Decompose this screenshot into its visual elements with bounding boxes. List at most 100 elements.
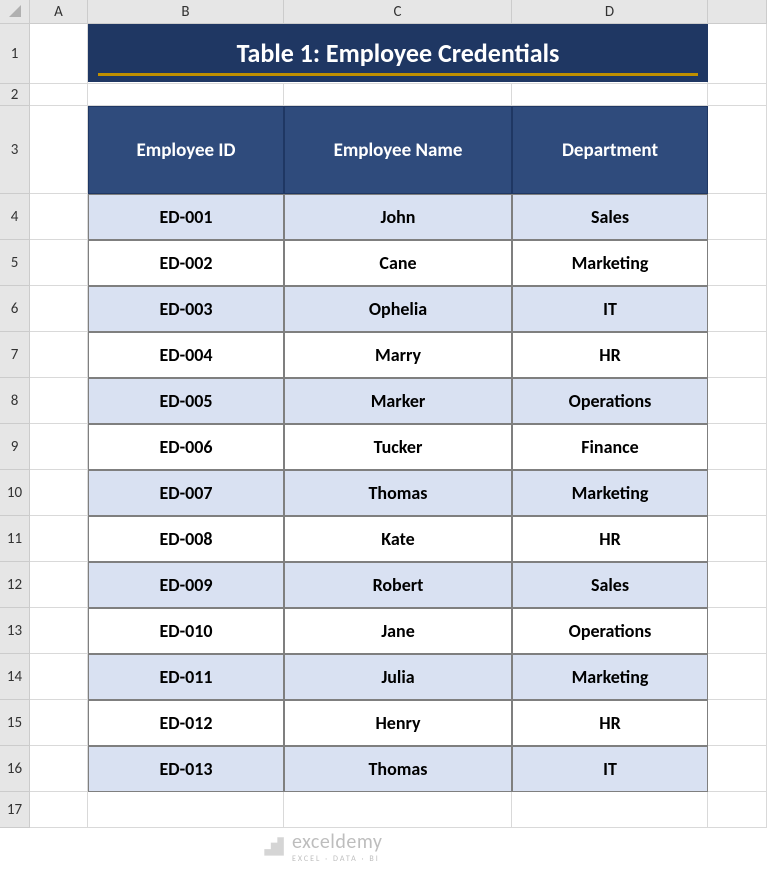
cell-department[interactable]: Operations <box>512 608 708 654</box>
cell-employee-id[interactable]: ED-005 <box>88 378 284 424</box>
cell-employee-id[interactable]: ED-002 <box>88 240 284 286</box>
cell-employee-name[interactable]: Julia <box>284 654 512 700</box>
row-header-10[interactable]: 10 <box>0 470 29 516</box>
cell-department[interactable]: Sales <box>512 562 708 608</box>
cell-employee-name[interactable]: Robert <box>284 562 512 608</box>
select-all-corner[interactable] <box>0 0 30 24</box>
cell-employee-id[interactable]: ED-003 <box>88 286 284 332</box>
title-cell[interactable]: Table 1: Employee Credentials <box>88 24 708 84</box>
cell-employee-id[interactable]: ED-010 <box>88 608 284 654</box>
cell-b17[interactable] <box>88 792 284 828</box>
col-header-extra[interactable] <box>708 0 767 23</box>
cell-a9[interactable] <box>30 424 88 470</box>
header-department[interactable]: Department <box>512 106 708 194</box>
cell-e13[interactable] <box>708 608 767 654</box>
row-header-12[interactable]: 12 <box>0 562 29 608</box>
cell-employee-name[interactable]: Tucker <box>284 424 512 470</box>
row-header-9[interactable]: 9 <box>0 424 29 470</box>
row-header-14[interactable]: 14 <box>0 654 29 700</box>
cell-employee-name[interactable]: Kate <box>284 516 512 562</box>
cell-department[interactable]: IT <box>512 746 708 792</box>
cell-e14[interactable] <box>708 654 767 700</box>
cell-department[interactable]: HR <box>512 332 708 378</box>
cell-a3[interactable] <box>30 106 88 194</box>
cell-a14[interactable] <box>30 654 88 700</box>
cell-e10[interactable] <box>708 470 767 516</box>
row-header-11[interactable]: 11 <box>0 516 29 562</box>
cell-employee-id[interactable]: ED-009 <box>88 562 284 608</box>
cell-a10[interactable] <box>30 470 88 516</box>
cell-a7[interactable] <box>30 332 88 378</box>
cell-e3[interactable] <box>708 106 767 194</box>
cell-e1[interactable] <box>708 24 767 84</box>
cell-a17[interactable] <box>30 792 88 828</box>
cell-e16[interactable] <box>708 746 767 792</box>
cell-department[interactable]: Marketing <box>512 240 708 286</box>
row-header-7[interactable]: 7 <box>0 332 29 378</box>
cell-department[interactable]: HR <box>512 516 708 562</box>
cell-a4[interactable] <box>30 194 88 240</box>
cell-department[interactable]: Finance <box>512 424 708 470</box>
cell-employee-name[interactable]: Thomas <box>284 470 512 516</box>
row-header-5[interactable]: 5 <box>0 240 29 286</box>
cell-employee-name[interactable]: Cane <box>284 240 512 286</box>
row-header-6[interactable]: 6 <box>0 286 29 332</box>
cell-e2[interactable] <box>708 84 767 106</box>
cell-employee-id[interactable]: ED-001 <box>88 194 284 240</box>
cell-a1[interactable] <box>30 24 88 84</box>
row-header-15[interactable]: 15 <box>0 700 29 746</box>
cell-d2[interactable] <box>512 84 708 106</box>
cell-b2[interactable] <box>88 84 284 106</box>
cell-a12[interactable] <box>30 562 88 608</box>
cell-a15[interactable] <box>30 700 88 746</box>
cell-employee-name[interactable]: Jane <box>284 608 512 654</box>
cell-employee-id[interactable]: ED-004 <box>88 332 284 378</box>
row-header-4[interactable]: 4 <box>0 194 29 240</box>
cell-employee-id[interactable]: ED-012 <box>88 700 284 746</box>
cell-e5[interactable] <box>708 240 767 286</box>
row-header-3[interactable]: 3 <box>0 106 29 194</box>
row-header-16[interactable]: 16 <box>0 746 29 792</box>
cell-c17[interactable] <box>284 792 512 828</box>
col-header-d[interactable]: D <box>512 0 708 23</box>
cell-e9[interactable] <box>708 424 767 470</box>
cell-a13[interactable] <box>30 608 88 654</box>
cell-a8[interactable] <box>30 378 88 424</box>
cell-a16[interactable] <box>30 746 88 792</box>
row-header-1[interactable]: 1 <box>0 24 29 84</box>
cell-employee-id[interactable]: ED-006 <box>88 424 284 470</box>
cell-e15[interactable] <box>708 700 767 746</box>
cell-department[interactable]: IT <box>512 286 708 332</box>
cell-employee-name[interactable]: Marker <box>284 378 512 424</box>
col-header-a[interactable]: A <box>30 0 88 23</box>
cell-e17[interactable] <box>708 792 767 828</box>
cell-employee-id[interactable]: ED-013 <box>88 746 284 792</box>
cell-employee-id[interactable]: ED-007 <box>88 470 284 516</box>
cell-c2[interactable] <box>284 84 512 106</box>
cell-employee-name[interactable]: Marry <box>284 332 512 378</box>
cell-e4[interactable] <box>708 194 767 240</box>
cell-a5[interactable] <box>30 240 88 286</box>
cell-e7[interactable] <box>708 332 767 378</box>
row-header-8[interactable]: 8 <box>0 378 29 424</box>
cell-employee-name[interactable]: Henry <box>284 700 512 746</box>
cell-employee-name[interactable]: Ophelia <box>284 286 512 332</box>
cell-employee-id[interactable]: ED-011 <box>88 654 284 700</box>
col-header-b[interactable]: B <box>88 0 284 23</box>
cell-e12[interactable] <box>708 562 767 608</box>
cell-d17[interactable] <box>512 792 708 828</box>
cell-department[interactable]: Marketing <box>512 470 708 516</box>
cell-e6[interactable] <box>708 286 767 332</box>
cell-department[interactable]: Sales <box>512 194 708 240</box>
row-header-13[interactable]: 13 <box>0 608 29 654</box>
cell-employee-name[interactable]: Thomas <box>284 746 512 792</box>
header-employee-name[interactable]: Employee Name <box>284 106 512 194</box>
cell-department[interactable]: Marketing <box>512 654 708 700</box>
col-header-c[interactable]: C <box>284 0 512 23</box>
cell-e11[interactable] <box>708 516 767 562</box>
cell-e8[interactable] <box>708 378 767 424</box>
cell-department[interactable]: Operations <box>512 378 708 424</box>
cell-department[interactable]: HR <box>512 700 708 746</box>
cell-a6[interactable] <box>30 286 88 332</box>
header-employee-id[interactable]: Employee ID <box>88 106 284 194</box>
